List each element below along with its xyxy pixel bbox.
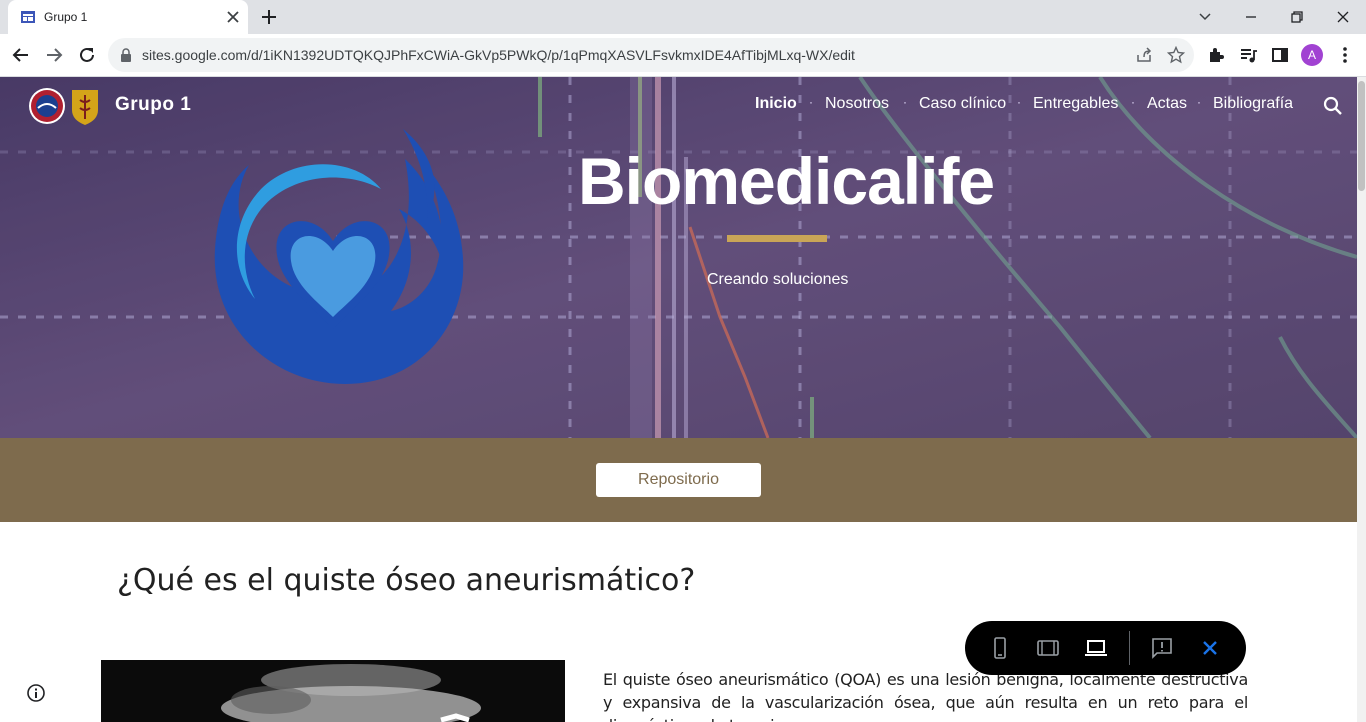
repositorio-button[interactable]: Repositorio (596, 463, 761, 497)
share-icon[interactable] (1135, 46, 1153, 64)
plus-icon[interactable] (259, 7, 279, 27)
reload-icon[interactable] (76, 44, 98, 66)
phone-icon[interactable] (988, 636, 1012, 660)
close-window-icon[interactable] (1332, 6, 1354, 28)
more-icon[interactable] (1335, 45, 1355, 65)
hero-title: Biomedicalife (578, 144, 995, 218)
nav-entregables[interactable]: Entregables (1033, 95, 1118, 113)
close-icon[interactable] (224, 8, 242, 26)
site-favicon (21, 11, 35, 23)
browser-tab[interactable]: Grupo 1 (8, 0, 248, 34)
lock-icon[interactable] (120, 48, 132, 62)
nav-separator: · (903, 95, 907, 109)
hero-section: Grupo 1 Inicio · Nosotros · Caso clínico… (0, 77, 1357, 438)
nav-separator: · (809, 95, 813, 109)
close-preview-icon[interactable] (1198, 636, 1222, 660)
site-logos (29, 88, 98, 125)
toolbar-divider (1129, 631, 1130, 665)
minimize-icon[interactable] (1240, 6, 1262, 28)
hero-divider (727, 235, 827, 242)
url-text[interactable]: sites.google.com/d/1iKN1392UDTQKQJPhFxCW… (142, 47, 855, 63)
nav-separator: · (1131, 95, 1135, 109)
xray-image (101, 660, 565, 722)
hero-subtitle: Creando soluciones (707, 271, 849, 288)
media-icon[interactable] (1238, 45, 1258, 65)
heart-hand-logo (214, 129, 464, 384)
forward-icon[interactable] (43, 44, 65, 66)
side-panel-icon[interactable] (1270, 45, 1290, 65)
button-band: Repositorio (0, 438, 1357, 522)
scrollbar-thumb[interactable] (1358, 81, 1365, 191)
nav-actas[interactable]: Actas (1147, 95, 1187, 113)
nav-separator: · (1017, 95, 1021, 109)
star-icon[interactable] (1167, 46, 1185, 64)
tab-strip: Grupo 1 (0, 0, 1366, 34)
extensions-icon[interactable] (1206, 45, 1226, 65)
nav-bibliografia[interactable]: Bibliografía (1213, 95, 1293, 113)
intro-paragraph: El quiste óseo aneurismático (QOA) es un… (603, 670, 1248, 722)
web-page: Grupo 1 Inicio · Nosotros · Caso clínico… (0, 77, 1357, 722)
nav-separator: · (1197, 95, 1201, 109)
site-title[interactable]: Grupo 1 (115, 94, 191, 116)
profile-avatar[interactable]: A (1301, 44, 1323, 66)
back-icon[interactable] (10, 44, 32, 66)
nav-nosotros[interactable]: Nosotros (825, 95, 889, 113)
feedback-icon[interactable] (1150, 636, 1174, 660)
restore-icon[interactable] (1286, 6, 1308, 28)
hero-background-image (0, 77, 1357, 438)
preview-toolbar (965, 621, 1246, 675)
nav-inicio[interactable]: Inicio (755, 95, 797, 113)
search-icon[interactable] (1322, 95, 1344, 117)
section-heading: ¿Qué es el quiste óseo aneurismático? (117, 563, 696, 598)
chevron-down-icon[interactable] (1194, 6, 1216, 28)
address-bar[interactable]: sites.google.com/d/1iKN1392UDTQKQJPhFxCW… (108, 38, 1194, 72)
info-icon[interactable] (26, 683, 46, 703)
browser-toolbar: sites.google.com/d/1iKN1392UDTQKQJPhFxCW… (0, 34, 1366, 77)
nav-caso-clinico[interactable]: Caso clínico (919, 95, 1006, 113)
tab-title: Grupo 1 (44, 10, 88, 24)
tablet-icon[interactable] (1036, 636, 1060, 660)
laptop-icon[interactable] (1084, 636, 1108, 660)
page-scrollbar[interactable] (1357, 77, 1366, 722)
